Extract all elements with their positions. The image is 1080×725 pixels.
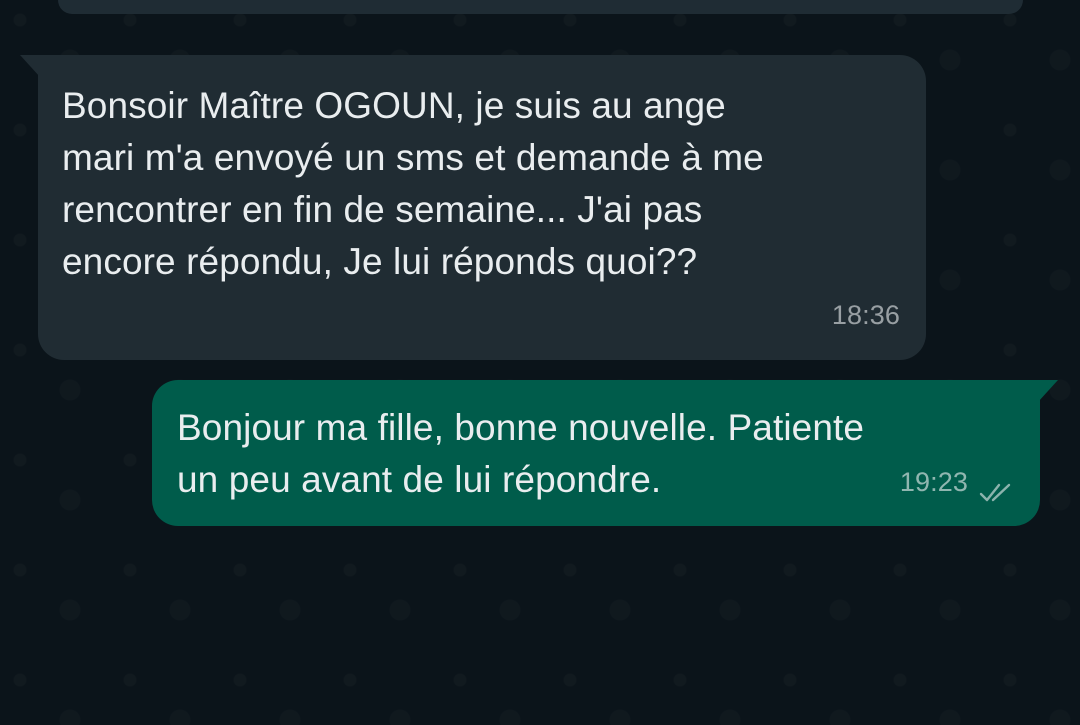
incoming-message-text: Bonsoir Maître OGOUN, je suis au ange ma…	[62, 85, 764, 282]
incoming-message-time: 18:36	[831, 300, 900, 330]
double-check-icon	[978, 470, 1018, 502]
incoming-message-meta: 18:36	[832, 289, 900, 341]
incoming-message-bubble[interactable]: Bonsoir Maître OGOUN, je suis au ange ma…	[20, 55, 926, 360]
outgoing-message-text: Bonjour ma fille, bonne nouvelle. Patien…	[177, 407, 865, 500]
outgoing-message-bubble[interactable]: Bonjour ma fille, bonne nouvelle. Patien…	[152, 380, 1058, 526]
outgoing-message-time: 19:23	[899, 467, 968, 497]
outgoing-message-meta: 19:23	[900, 456, 1018, 508]
previous-message-bubble[interactable]	[58, 0, 1023, 14]
